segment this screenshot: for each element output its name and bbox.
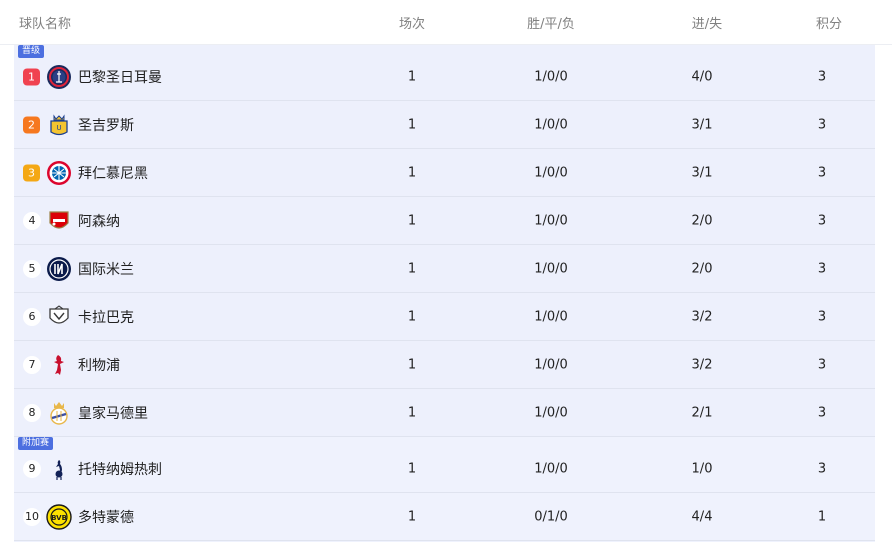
team-name[interactable]: 国际米兰 <box>78 259 134 279</box>
points: 3 <box>817 461 827 476</box>
promotion-label: 晋级 <box>18 45 45 58</box>
played: 1 <box>407 261 417 276</box>
team-name[interactable]: 多特蒙德 <box>78 507 134 527</box>
goals: 3/2 <box>691 309 713 324</box>
header-goals: 进/失 <box>691 16 723 32</box>
table-row[interactable]: 6 卡拉巴克 1 1/0/0 3/2 3 <box>14 293 875 341</box>
table-row[interactable]: 1 巴黎圣日耳曼 1 1/0/0 4/0 3 <box>14 53 875 101</box>
rank-badge: 4 <box>23 211 41 230</box>
table-row[interactable]: 5 国际米兰 1 1/0/0 2/0 3 <box>14 245 875 293</box>
rank-badge: 1 <box>23 68 40 85</box>
team-name[interactable]: 托特纳姆热刺 <box>78 459 162 479</box>
points: 3 <box>817 405 827 420</box>
wdl: 1/0/0 <box>534 69 568 84</box>
played: 1 <box>407 213 417 228</box>
liverpool-crest-icon <box>46 352 72 378</box>
tottenham-crest-icon <box>46 456 72 482</box>
team-name[interactable]: 皇家马德里 <box>78 403 148 423</box>
standings-table: 球队名称 场次 胜/平/负 进/失 积分 晋级 附加赛 1 巴黎圣日耳曼 1 1… <box>0 0 892 542</box>
goals: 1/0 <box>691 461 713 476</box>
inter-crest-icon <box>46 256 72 282</box>
played: 1 <box>407 405 417 420</box>
team-name[interactable]: 卡拉巴克 <box>78 307 134 327</box>
arsenal-crest-icon <box>46 208 72 234</box>
wdl: 1/0/0 <box>534 461 568 476</box>
played: 1 <box>407 165 417 180</box>
wdl: 1/0/0 <box>534 309 568 324</box>
points: 1 <box>817 509 827 524</box>
header-team: 球队名称 <box>19 16 72 32</box>
team-name[interactable]: 利物浦 <box>78 355 120 375</box>
svg-text:U: U <box>56 124 61 132</box>
dortmund-crest-icon: BVB <box>46 503 72 530</box>
rank-badge: 10 <box>23 507 41 526</box>
svg-text:BVB: BVB <box>51 514 67 522</box>
real-madrid-crest-icon <box>46 400 72 426</box>
rank-badge: 9 <box>23 459 41 478</box>
played: 1 <box>407 69 417 84</box>
rank-badge: 2 <box>23 116 40 133</box>
team-name[interactable]: 巴黎圣日耳曼 <box>78 67 162 87</box>
goals: 2/1 <box>691 405 713 420</box>
header-played: 场次 <box>398 16 426 32</box>
goals: 4/4 <box>691 509 713 524</box>
table-row[interactable]: 7 利物浦 1 1/0/0 3/2 3 <box>14 341 875 389</box>
goals: 2/0 <box>691 261 713 276</box>
wdl: 0/1/0 <box>534 509 568 524</box>
wdl: 1/0/0 <box>534 405 568 420</box>
header-points: 积分 <box>815 16 843 32</box>
rank-badge: 6 <box>23 307 41 326</box>
played: 1 <box>407 509 417 524</box>
table-row[interactable]: 9 托特纳姆热刺 1 1/0/0 1/0 3 <box>14 445 875 493</box>
played: 1 <box>407 357 417 372</box>
table-row[interactable]: 3 拜仁慕尼黑 1 1/0/0 3/1 3 <box>14 149 875 197</box>
goals: 3/2 <box>691 357 713 372</box>
wdl: 1/0/0 <box>534 261 568 276</box>
points: 3 <box>817 213 827 228</box>
points: 3 <box>817 261 827 276</box>
played: 1 <box>407 309 417 324</box>
table-row[interactable]: 8 皇家马德里 1 1/0/0 2/1 3 <box>14 389 875 437</box>
goals: 3/1 <box>691 165 713 180</box>
rank-badge: 5 <box>23 259 41 278</box>
bayern-crest-icon <box>46 160 72 186</box>
playoff-label: 附加赛 <box>18 437 54 450</box>
points: 3 <box>817 309 827 324</box>
rank-badge: 3 <box>23 164 40 181</box>
played: 1 <box>407 461 417 476</box>
table-header: 球队名称 场次 胜/平/负 进/失 积分 <box>0 0 892 45</box>
goals: 2/0 <box>691 213 713 228</box>
wdl: 1/0/0 <box>534 357 568 372</box>
goals: 3/1 <box>691 117 713 132</box>
table-row[interactable]: 10 BVB 多特蒙德 1 0/1/0 4/4 1 <box>14 493 875 541</box>
wdl: 1/0/0 <box>534 213 568 228</box>
goals: 4/0 <box>691 69 713 84</box>
table-row[interactable]: 2 U 圣吉罗斯 1 1/0/0 3/1 3 <box>14 101 875 149</box>
rank-badge: 7 <box>23 355 41 374</box>
wdl: 1/0/0 <box>534 117 568 132</box>
wdl: 1/0/0 <box>534 165 568 180</box>
union-sg-crest-icon: U <box>46 112 72 138</box>
team-name[interactable]: 圣吉罗斯 <box>78 115 134 135</box>
points: 3 <box>817 357 827 372</box>
psg-crest-icon <box>46 64 72 90</box>
team-name[interactable]: 阿森纳 <box>78 211 120 231</box>
header-wdl: 胜/平/负 <box>527 16 575 32</box>
team-name[interactable]: 拜仁慕尼黑 <box>78 163 148 183</box>
points: 3 <box>817 165 827 180</box>
played: 1 <box>407 117 417 132</box>
rank-badge: 8 <box>23 403 41 422</box>
table-row[interactable]: 4 阿森纳 1 1/0/0 2/0 3 <box>14 197 875 245</box>
qarabag-crest-icon <box>46 304 72 330</box>
points: 3 <box>817 117 827 132</box>
points: 3 <box>817 69 827 84</box>
